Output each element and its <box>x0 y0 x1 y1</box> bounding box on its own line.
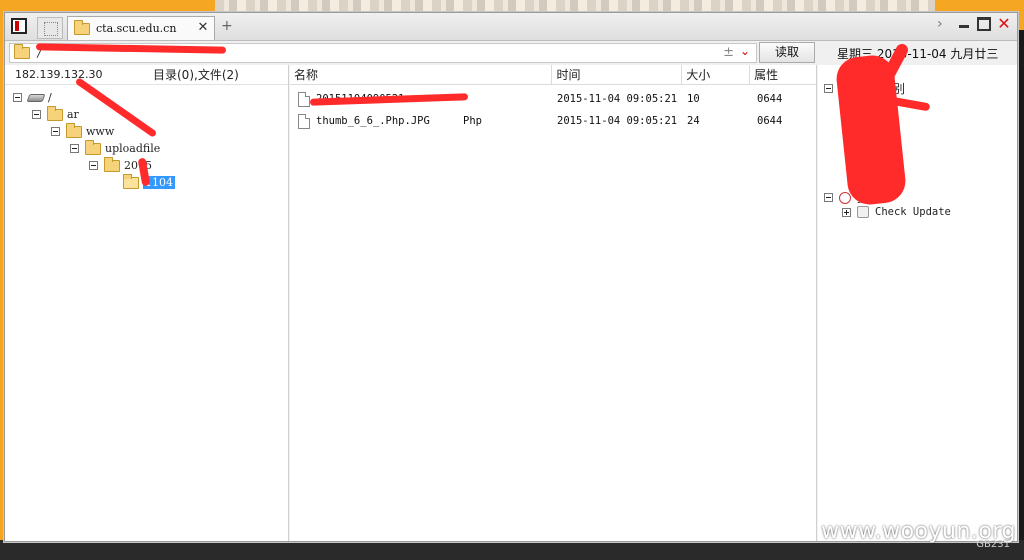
collapse-icon[interactable] <box>51 127 60 136</box>
tree-label: uploadfile <box>105 142 161 155</box>
tree-node-uploadfile[interactable]: uploadfile <box>70 139 161 157</box>
collapse-icon[interactable] <box>89 161 98 170</box>
watermark-sub: GB231 <box>976 539 1010 550</box>
title-bar: cta.scu.edu.cn ✕ + › ✕ <box>5 13 1017 41</box>
minimize-button[interactable] <box>957 17 971 31</box>
tree-label: www <box>86 125 115 138</box>
file-size: 24 <box>687 115 700 127</box>
window-controls: › ✕ <box>937 16 1011 32</box>
tree-node-var[interactable]: ar <box>32 105 79 123</box>
file-attr: 0644 <box>757 115 783 127</box>
collapse-icon[interactable] <box>70 144 79 153</box>
file-attr: 0644 <box>757 93 783 105</box>
server-ip: 182.139.132.30 <box>15 68 103 81</box>
background-terminal-edge <box>1018 30 1024 560</box>
folder-icon <box>85 139 101 155</box>
file-icon <box>298 113 310 129</box>
tree-header: 182.139.132.30 目录(0),文件(2) <box>5 65 288 85</box>
file-list-header: 名称 时间 大小 属性 <box>290 65 816 85</box>
file-type: Php <box>463 115 482 127</box>
tree-label: ar <box>67 108 79 121</box>
file-time: 2015-11-04 09:05:21 <box>557 115 678 127</box>
tree-node-root[interactable]: / <box>13 89 52 106</box>
folder-icon <box>14 44 30 59</box>
app-logo-icon[interactable] <box>11 18 27 34</box>
clock-icon <box>839 191 851 204</box>
collapse-icon[interactable] <box>32 110 41 119</box>
folder-icon <box>104 156 120 172</box>
blank-tab[interactable] <box>37 17 63 39</box>
item-counts: 目录(0),文件(2) <box>153 68 239 82</box>
file-time: 2015-11-04 09:05:21 <box>557 93 678 105</box>
tree-node-www[interactable]: www <box>51 122 115 140</box>
file-list-pane: 名称 时间 大小 属性 20151104090521 2015-11-04 09… <box>290 65 817 541</box>
folder-icon <box>74 19 90 35</box>
disk-icon <box>26 93 46 102</box>
side-node-check-update[interactable]: Check Update <box>842 206 951 218</box>
chevron-down-icon[interactable]: ⌄ <box>740 44 750 58</box>
directory-tree-pane: 182.139.132.30 目录(0),文件(2) / ar www uplo… <box>5 65 289 541</box>
column-time[interactable]: 时间 <box>552 65 683 84</box>
maximize-button[interactable] <box>977 17 991 31</box>
collapse-icon[interactable] <box>13 93 22 102</box>
file-icon <box>298 91 310 107</box>
tab-title: cta.scu.edu.cn <box>96 22 177 35</box>
read-button[interactable]: 读取 <box>759 42 815 63</box>
column-name[interactable]: 名称 <box>290 65 553 84</box>
tab-close-icon[interactable]: ✕ <box>196 21 210 35</box>
folder-icon <box>66 122 82 138</box>
add-bookmark-icon[interactable]: ± <box>723 45 734 60</box>
expand-icon[interactable] <box>842 207 851 217</box>
open-folder-icon <box>123 173 139 189</box>
new-tab-button[interactable]: + <box>221 18 233 34</box>
tree-label: / <box>48 91 52 104</box>
chevron-right-icon[interactable]: › <box>937 17 951 31</box>
collapse-icon[interactable] <box>824 84 833 93</box>
close-button[interactable]: ✕ <box>997 16 1011 32</box>
update-icon <box>857 206 869 218</box>
collapse-icon[interactable] <box>824 193 833 202</box>
column-size[interactable]: 大小 <box>682 65 751 84</box>
column-attr[interactable]: 属性 <box>750 65 816 84</box>
file-name: thumb_6_6_.Php.JPG <box>316 115 430 127</box>
tab-site[interactable]: cta.scu.edu.cn ✕ <box>67 16 215 40</box>
folder-icon <box>47 105 63 121</box>
file-row[interactable]: thumb_6_6_.Php.JPG Php 2015-11-04 09:05:… <box>290 110 816 132</box>
side-label: Check Update <box>875 206 951 218</box>
file-size: 10 <box>687 93 700 105</box>
